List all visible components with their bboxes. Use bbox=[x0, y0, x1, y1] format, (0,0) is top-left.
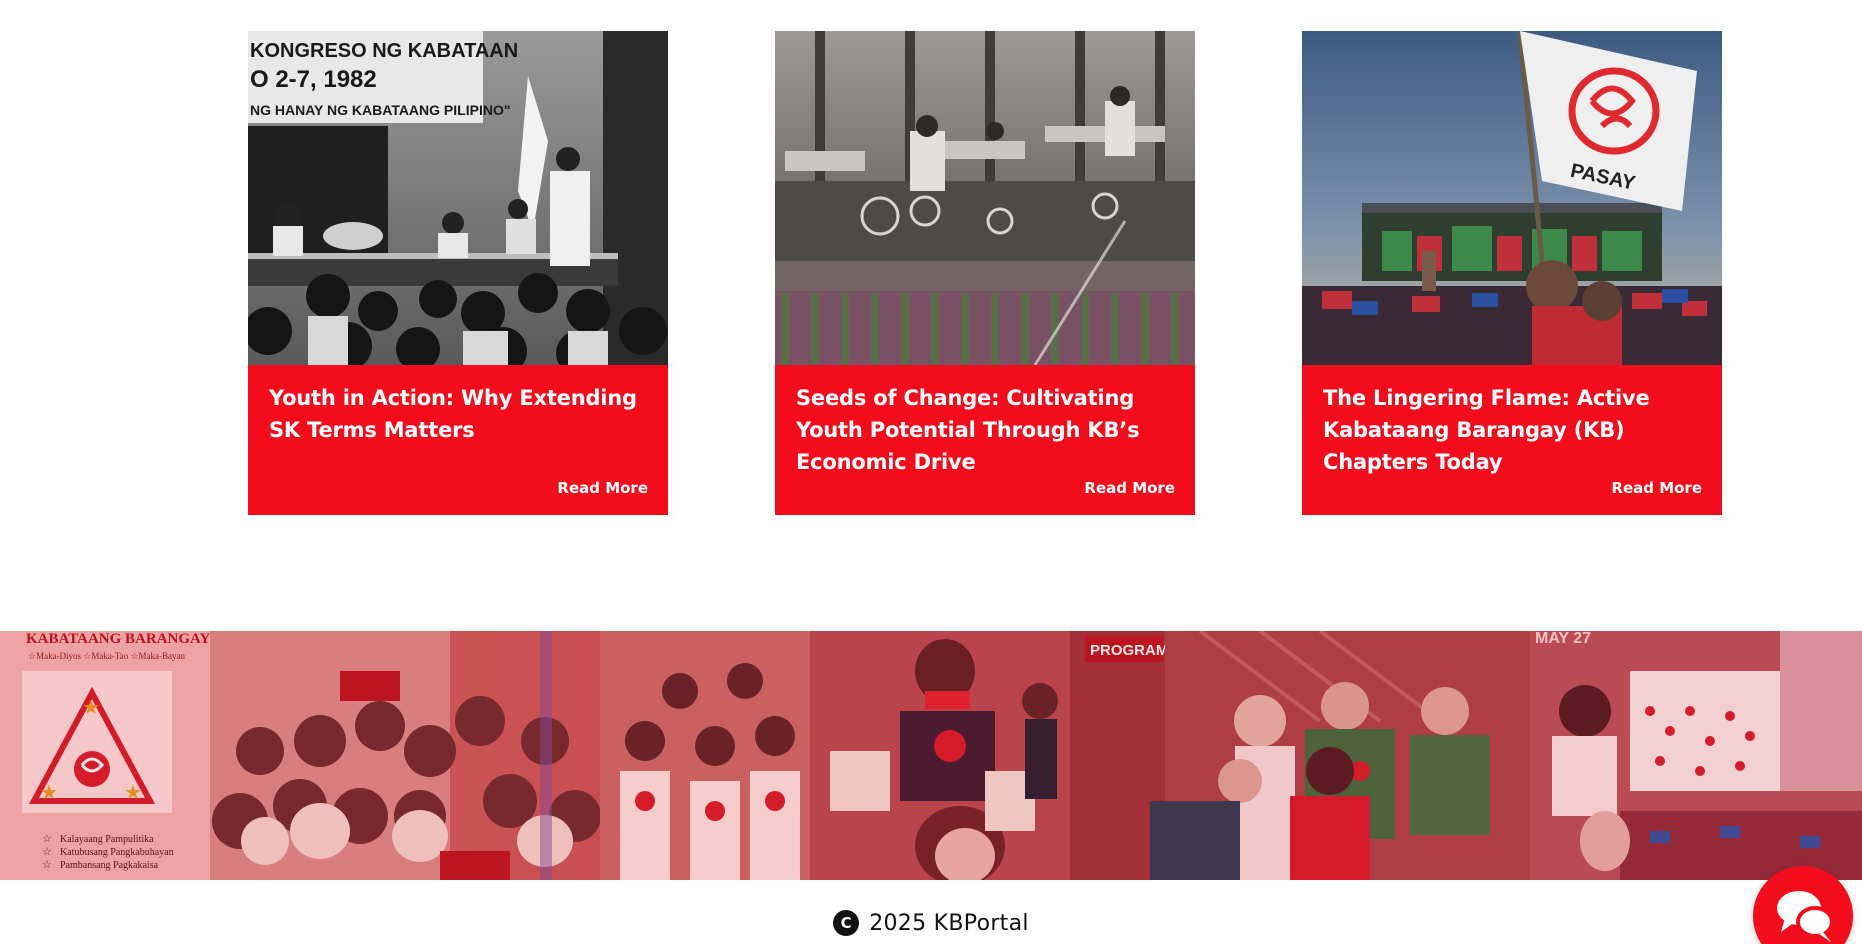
chat-bubbles-icon bbox=[1777, 891, 1834, 942]
article-title[interactable]: The Lingering Flame: Active Kabataang Ba… bbox=[1323, 382, 1702, 478]
article-image-market-stalls[interactable] bbox=[775, 31, 1195, 365]
read-more-link[interactable]: Read More bbox=[1611, 479, 1702, 497]
article-grid: KONGRESO NG KABATAAN O 2-7, 1982 NG HANA… bbox=[248, 31, 1722, 515]
page: KONGRESO NG KABATAAN O 2-7, 1982 NG HANA… bbox=[0, 0, 1862, 944]
read-more-link[interactable]: Read More bbox=[1084, 479, 1175, 497]
article-card[interactable]: PASAY The Lingering Flame: Active Kabata… bbox=[1302, 31, 1722, 515]
article-image-congress-1982[interactable]: KONGRESO NG KABATAAN O 2-7, 1982 NG HANA… bbox=[248, 31, 668, 365]
article-image-rally-flag[interactable]: PASAY bbox=[1302, 31, 1722, 365]
copyright-icon: C bbox=[833, 910, 860, 936]
article-title[interactable]: Seeds of Change: Cultivating Youth Poten… bbox=[796, 382, 1175, 478]
svg-text:O 2-7, 1982: O 2-7, 1982 bbox=[250, 66, 377, 93]
read-more-link[interactable]: Read More bbox=[557, 479, 648, 497]
article-card-body: The Lingering Flame: Active Kabataang Ba… bbox=[1302, 365, 1722, 515]
footer-banner-collage: KABATAANG BARANGAY ☆Maka-Diyos ☆Maka-Tao… bbox=[0, 631, 1862, 880]
svg-text:NG HANAY NG KABATAANG PILIPINO: NG HANAY NG KABATAANG PILIPINO" bbox=[250, 102, 510, 118]
copyright-text: 2025 KBPortal bbox=[869, 910, 1029, 936]
article-card-body: Seeds of Change: Cultivating Youth Poten… bbox=[775, 365, 1195, 515]
article-card[interactable]: Seeds of Change: Cultivating Youth Poten… bbox=[775, 31, 1195, 515]
article-title[interactable]: Youth in Action: Why Extending SK Terms … bbox=[269, 382, 648, 446]
article-card-body: Youth in Action: Why Extending SK Terms … bbox=[248, 365, 668, 515]
svg-text:KONGRESO NG KABATAAN: KONGRESO NG KABATAAN bbox=[250, 40, 518, 62]
article-card[interactable]: KONGRESO NG KABATAAN O 2-7, 1982 NG HANA… bbox=[248, 31, 668, 515]
copyright-bar: C 2025 KBPortal bbox=[0, 906, 1862, 940]
